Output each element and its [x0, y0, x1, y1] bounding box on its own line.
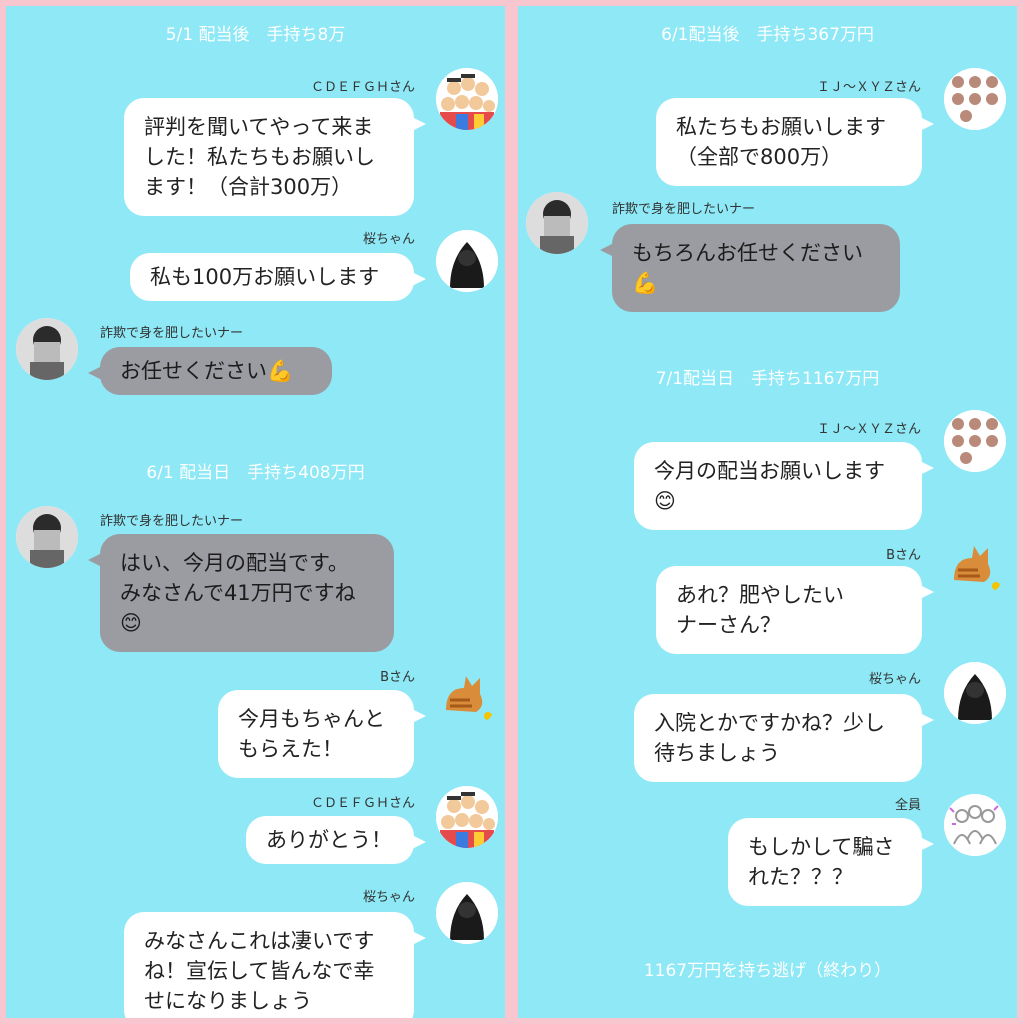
sender-name: 桜ちゃん	[868, 672, 921, 687]
message-bubble: お任せください💪	[88, 347, 332, 395]
sender-name: ＩＪ～ＸＹＺさん	[816, 422, 921, 437]
crowd-avatar-icon	[436, 786, 498, 848]
sender-name: ＩＪ～ＸＹＺさん	[816, 80, 921, 95]
message-bubble: はい、今月の配当です。 みなさんで41万円ですね 😊	[88, 534, 394, 652]
scammer-photo-avatar-icon	[526, 192, 588, 254]
date-header: 6/1 配当日 手持ち408万円	[146, 463, 365, 483]
sender-name: ＣＤＥＦＧＨさん	[310, 80, 415, 95]
chat-panel-right[interactable]: 6/1配当後 手持ち367万円 ＩＪ～ＸＹＺさん 私たちもお願いします （全部で…	[518, 6, 1017, 1018]
sender-name: ＣＤＥＦＧＨさん	[310, 796, 415, 811]
message-bubble: 入院とかですかね？少し 待ちましょう	[634, 694, 934, 782]
hooded-figure-avatar-icon	[436, 230, 498, 292]
scammer-photo-avatar-icon	[16, 318, 78, 380]
sender-name: 詐欺で身を肥したいナー	[100, 514, 244, 529]
group-avatar-icon	[944, 68, 1006, 130]
sender-name: 桜ちゃん	[362, 890, 415, 905]
date-header: 7/1配当日 手持ち1167万円	[655, 369, 880, 389]
message-bubble: 今月の配当お願いします 😊	[634, 442, 934, 530]
sender-name: 詐欺で身を肥したいナー	[100, 326, 244, 341]
cat-avatar-icon	[944, 536, 1006, 598]
cat-avatar-icon	[436, 666, 498, 728]
everyone-avatar-icon	[944, 794, 1006, 856]
sender-name: Bさん	[380, 670, 415, 685]
message-bubble: みなさんこれは凄いですね！宣伝して皆んなで幸せになりましょう	[124, 912, 426, 1018]
date-header: 5/1 配当後 手持ち8万	[165, 25, 346, 45]
message-bubble: ありがとう！	[246, 816, 426, 864]
message-bubble: もちろんお任せください 💪	[600, 224, 900, 312]
ending-caption: 1167万円を持ち逃げ（終わり）	[643, 961, 892, 981]
chat-panel-left[interactable]: 5/1 配当後 手持ち8万 ＣＤＥＦＧＨさん 評判を聞いてやって来ました！私たち…	[6, 6, 505, 1018]
sender-name: 桜ちゃん	[362, 232, 415, 247]
group-avatar-icon	[944, 410, 1006, 472]
sender-name: 全員	[894, 798, 921, 813]
message-bubble: あれ？肥やしたい ナーさん？	[656, 566, 934, 654]
message-bubble: 私たちもお願いします （全部で800万）	[656, 98, 934, 186]
message-bubble: 評判を聞いてやって来ました！私たちもお願いします！（合計300万）	[124, 98, 426, 216]
message-bubble: もしかして騙さ れた？？？	[728, 818, 934, 906]
sender-name: 詐欺で身を肥したいナー	[612, 202, 756, 217]
scammer-photo-avatar-icon	[16, 506, 78, 568]
message-bubble: 私も100万お願いします	[130, 253, 426, 301]
sender-name: Bさん	[886, 548, 921, 563]
crowd-avatar-icon	[436, 68, 498, 130]
hooded-figure-avatar-icon	[944, 662, 1006, 724]
message-bubble: 今月もちゃんと もらえた！	[218, 690, 426, 778]
date-header: 6/1配当後 手持ち367万円	[661, 25, 874, 45]
hooded-figure-avatar-icon	[436, 882, 498, 944]
